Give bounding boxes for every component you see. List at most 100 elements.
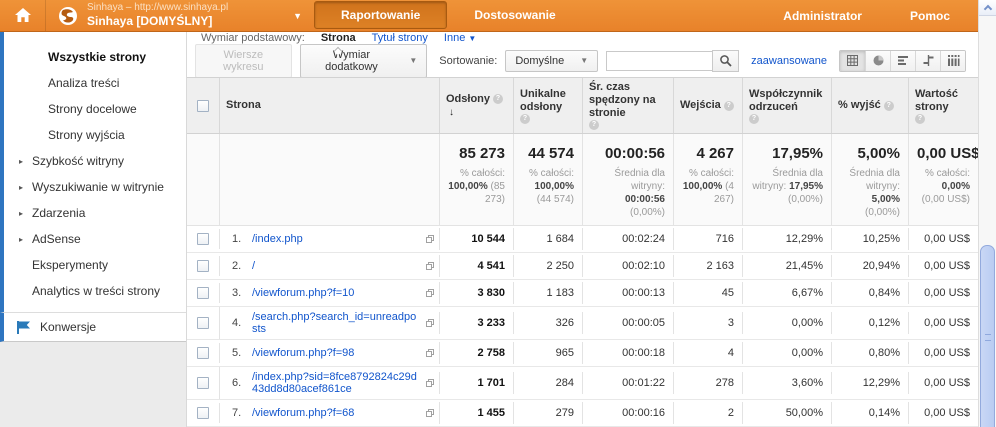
page-cell: 1./index.php [219,229,439,249]
sidebar-item-analiza-tre-ci[interactable]: Analiza treści [4,70,186,96]
help-icon[interactable]: ? [724,101,734,111]
search-button[interactable] [712,50,739,72]
column-header-strona[interactable]: Strona [219,78,439,133]
page-link[interactable]: /viewforum.php?f=68 [252,407,354,419]
sidebar-item-wyszukiwanie-w-witrynie[interactable]: ▸Wyszukiwanie w witrynie [4,174,186,200]
scrollbar-thumb[interactable] [980,245,995,427]
sidebar-item-analytics-w-tre-ci-strony[interactable]: Analytics w treści strony [4,278,186,304]
secondary-dimension-dropdown[interactable]: Wymiar dodatkowy ▼ [300,44,428,78]
dimension-option-strona[interactable]: Strona [321,32,356,44]
column-header-wsp-czynnik-odrzuce[interactable]: Współczynnik odrzuceń? [742,78,831,133]
comparison-view-icon[interactable] [915,51,940,71]
secondary-dimension-label: Wymiar dodatkowy [310,49,394,73]
page-link[interactable]: /viewforum.php?f=10 [252,287,354,299]
cell-r-czas-sp-dzony-na-stronie: 00:00:18 [582,342,673,364]
search-icon [719,54,732,67]
row-index: 7. [220,407,252,419]
topbar-tabs: RaportowanieDostosowanie [314,0,583,31]
row-checkbox[interactable] [197,377,209,389]
sidebar-item-label: Eksperymenty [32,258,108,272]
help-icon[interactable]: ? [520,114,530,124]
row-checkbox-cell [187,407,219,419]
external-link-icon[interactable] [421,261,435,271]
dimension-option-tytu-strony[interactable]: Tytuł strony [372,32,428,44]
external-link-icon[interactable] [421,234,435,244]
page-cell: 7./viewforum.php?f=68 [219,403,439,423]
cell-%-wyj: 0,14% [831,402,908,424]
help-icon[interactable]: ? [493,94,503,104]
table-view-icon[interactable] [840,51,865,71]
sidebar-item-strony-wyj-cia[interactable]: Strony wyjścia [4,122,186,148]
row-checkbox[interactable] [197,260,209,272]
column-header-%-wyj[interactable]: % wyjść? [831,78,908,133]
cell-%-wyj: 0,12% [831,312,908,334]
select-all-checkbox[interactable] [197,100,209,112]
pivot-view-icon[interactable] [940,51,965,71]
dimension-option-inne[interactable]: Inne▼ [444,32,476,44]
summary-subtext: % całości: 100,00% (44 574) [522,167,574,206]
tab-raportowanie[interactable]: Raportowanie [314,1,447,29]
external-link-icon[interactable] [421,378,435,388]
cell-wej-cia: 2 163 [673,255,742,277]
sidebar-item-szybko-witryny[interactable]: ▸Szybkość witryny [4,148,186,174]
topbar-link-administrator[interactable]: Administrator [783,9,862,23]
sidebar-item-zdarzenia[interactable]: ▸Zdarzenia [4,200,186,226]
page-link[interactable]: / [252,260,255,272]
sidebar-item-wszystkie-strony[interactable]: Wszystkie strony [4,44,186,70]
help-icon[interactable]: ? [884,101,894,111]
help-icon[interactable]: ? [589,120,599,130]
main-content: Wymiar podstawowy: StronaTytuł stronyInn… [186,32,978,427]
cell-ods-ony: 1 701 [439,372,513,394]
advanced-link[interactable]: zaawansowane [751,55,827,67]
row-checkbox[interactable] [197,233,209,245]
home-button[interactable] [0,0,46,31]
cell-wsp-czynnik-odrzuce: 0,00% [742,312,831,334]
search-input[interactable] [606,51,712,71]
row-index: 2. [220,260,252,272]
row-checkbox[interactable] [197,347,209,359]
cell-wej-cia: 2 [673,402,742,424]
row-checkbox[interactable] [197,287,209,299]
page-link[interactable]: /index.php [252,233,303,245]
cell-wej-cia: 278 [673,372,742,394]
help-icon[interactable]: ? [915,114,925,124]
performance-view-icon[interactable] [890,51,915,71]
sidebar-item-eksperymenty[interactable]: Eksperymenty [4,252,186,278]
chart-rows-button[interactable]: Wiersze wykresu [195,44,292,78]
external-link-icon[interactable] [421,348,435,358]
column-header-r-czas-sp-dzony-na-stronie[interactable]: Śr. czas spędzony na stronie? [582,78,673,133]
sidebar-item-konwersje[interactable]: Konwersje [0,312,186,342]
help-icon[interactable]: ? [749,114,759,124]
sort-dropdown[interactable]: Domyślne ▼ [505,50,598,72]
sidebar-item-adsense[interactable]: ▸AdSense [4,226,186,252]
summary-value: 00:00:56 [591,145,665,162]
external-link-icon[interactable] [421,318,435,328]
column-header-warto-strony[interactable]: Wartość strony? [908,78,978,133]
column-header-unikalne-ods-ony[interactable]: Unikalne odsłony? [513,78,582,133]
page-link[interactable]: /viewforum.php?f=98 [252,347,354,359]
account-selector[interactable]: Sinhaya – http://www.sinhaya.pl Sinhaya … [46,0,314,31]
table-summary-row: 85 273% całości: 100,00% (85 273)44 574%… [187,134,978,226]
external-link-icon[interactable] [421,408,435,418]
page-link[interactable]: /search.php?search_id=unreadposts [252,311,421,335]
sidebar-item-strony-docelowe[interactable]: Strony docelowe [4,96,186,122]
summary-value: 5,00% [840,145,900,162]
tab-dostosowanie[interactable]: Dostosowanie [447,1,582,29]
column-header-wej-cia[interactable]: Wejścia? [673,78,742,133]
scroll-up-button[interactable] [979,0,996,16]
vertical-scrollbar[interactable] [978,0,996,427]
topbar-link-pomoc[interactable]: Pomoc [910,9,950,23]
sidebar-item-label: Strony docelowe [48,102,137,116]
cell-ods-ony: 4 541 [439,255,513,277]
external-link-icon[interactable] [421,288,435,298]
topbar: Sinhaya – http://www.sinhaya.pl Sinhaya … [0,0,978,32]
column-header-ods-ony[interactable]: Odsłony?↓ [439,78,513,133]
percentage-view-icon[interactable] [865,51,890,71]
cell-wej-cia: 716 [673,228,742,250]
page-link[interactable]: /index.php?sid=8fce8792824c29d43dd8d80ac… [252,371,421,395]
summary-subtext: Średnia dla witryny: 00:00:56 (0,00%) [591,167,665,219]
sort-descending-icon[interactable]: ↓ [449,106,454,119]
cell-unikalne-ods-ony: 2 250 [513,255,582,277]
row-checkbox[interactable] [197,407,209,419]
row-checkbox[interactable] [197,317,209,329]
